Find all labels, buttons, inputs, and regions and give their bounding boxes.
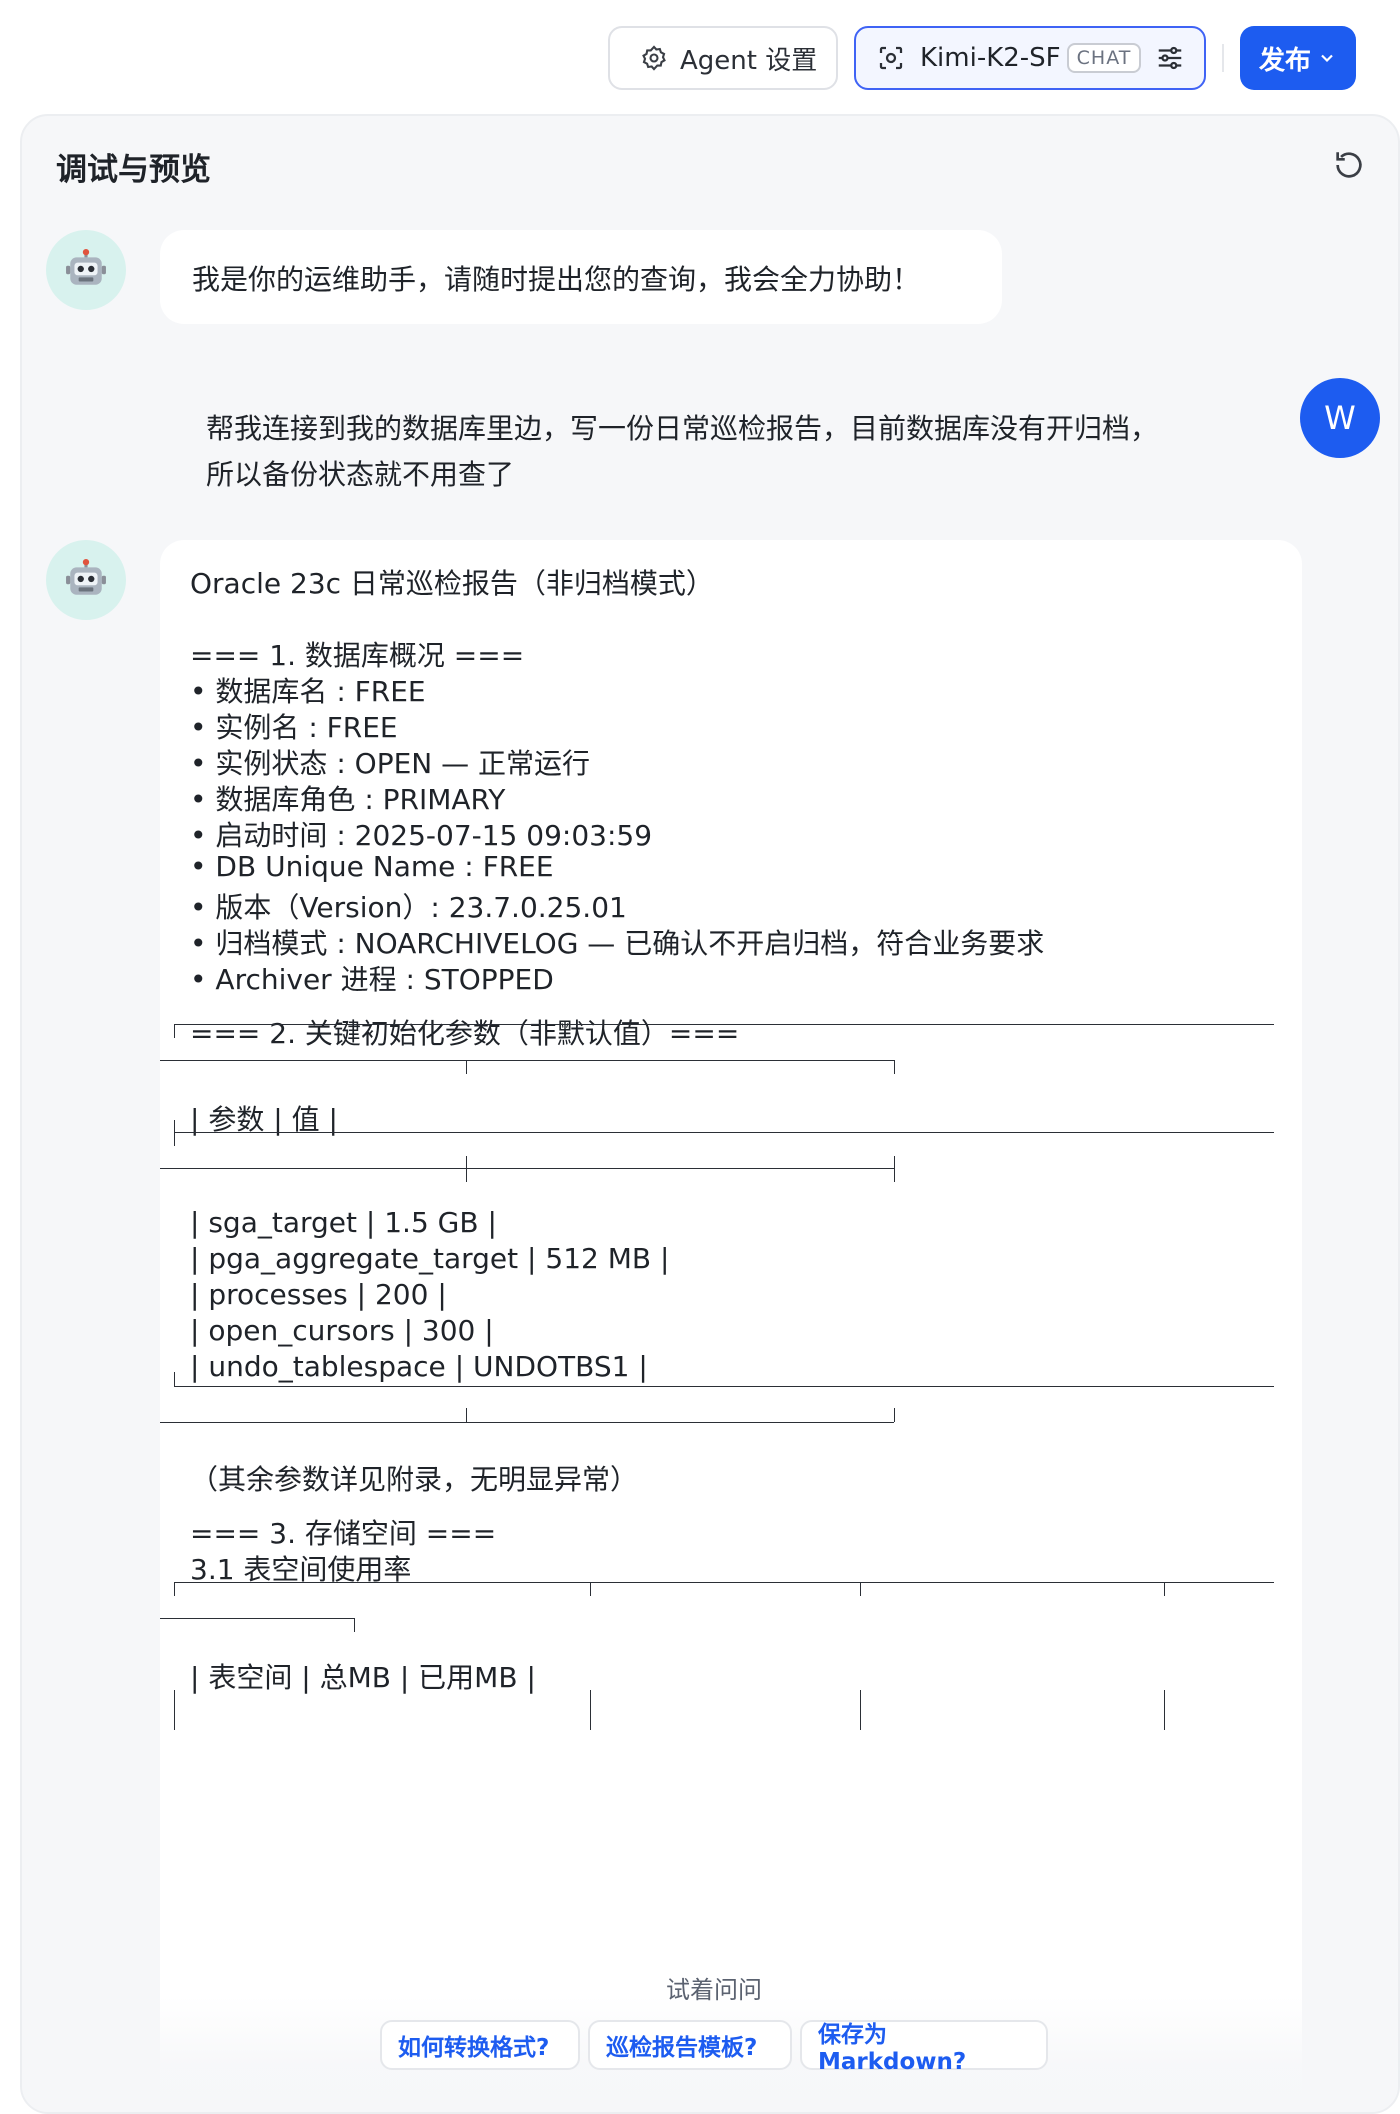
table-row: | pga_aggregate_target | 512 MB |	[190, 1242, 670, 1275]
debug-preview-panel: 调试与预览 我是你的运维助手，请随时提出您的查询，我会全力协助！ 帮我连接到我的…	[20, 114, 1400, 2114]
report-item: • 数据库名 : FREE	[190, 675, 426, 708]
table-border	[160, 1618, 354, 1619]
table-border	[174, 1120, 175, 1146]
section-header: === 1. 数据库概况 ===	[190, 639, 525, 672]
report-item: • DB Unique Name : FREE	[190, 850, 554, 883]
report-item: • 实例名 : FREE	[190, 711, 398, 744]
table-border	[1164, 1690, 1165, 1730]
model-selector-button[interactable]: Kimi-K2-SF CHAT	[854, 26, 1206, 90]
chevron-down-icon	[1321, 54, 1333, 63]
publish-button[interactable]: 发布	[1240, 26, 1356, 90]
table-row: | processes | 200 |	[190, 1278, 447, 1311]
panel-title: 调试与预览	[56, 152, 211, 188]
table-header-row: | 表空间 | 总MB | 已用MB |	[190, 1661, 536, 1694]
table-border	[590, 1690, 591, 1730]
table-border	[174, 1582, 1274, 1583]
report-item: • 实例状态 : OPEN — 正常运行	[190, 747, 591, 780]
user-avatar: W	[1300, 378, 1380, 458]
table-border	[160, 1422, 894, 1423]
table-border	[174, 1690, 175, 1730]
bot-avatar	[46, 540, 126, 620]
agent-settings-label: Agent 设置	[680, 45, 818, 76]
report-item: • 归档模式 : NOARCHIVELOG — 已确认不开启归档，符合业务要求	[190, 927, 1045, 960]
table-border	[466, 1408, 467, 1422]
table-row: | undo_tablespace | UNDOTBS1 |	[190, 1350, 648, 1383]
suggestion-chip[interactable]: 保存为Markdown?	[800, 2020, 1048, 2075]
report-title: Oracle 23c 日常巡检报告（非归档模式）	[190, 567, 714, 600]
bot-greeting-bubble: 我是你的运维助手，请随时提出您的查询，我会全力协助！	[160, 230, 1002, 324]
report-item: • 版本（Version）: 23.7.0.25.01	[190, 891, 627, 924]
table-border	[894, 1060, 895, 1074]
robot-icon	[66, 559, 106, 595]
report-item: • 启动时间 : 2025-07-15 09:03:59	[190, 819, 653, 852]
table-border	[160, 1060, 894, 1061]
toolbar-divider	[1222, 44, 1224, 72]
table-border	[466, 1156, 467, 1182]
user-message-line: 所以备份状态就不用查了	[206, 458, 515, 491]
table-border	[894, 1156, 895, 1182]
table-border	[160, 1168, 894, 1169]
table-border	[174, 1024, 175, 1038]
table-border	[354, 1618, 355, 1632]
user-message: 帮我连接到我的数据库里边，写一份日常巡检报告，目前数据库没有开归档， 所以备份状…	[206, 406, 1246, 498]
table-border	[860, 1582, 861, 1596]
table-border	[860, 1690, 861, 1730]
table-border	[894, 1408, 895, 1422]
table-border	[466, 1060, 467, 1074]
table-row: | open_cursors | 300 |	[190, 1314, 494, 1347]
table-row: | sga_target | 1.5 GB |	[190, 1206, 497, 1239]
table-border	[174, 1024, 1274, 1025]
agent-settings-button[interactable]: Agent 设置	[608, 26, 838, 90]
robot-icon	[66, 249, 106, 285]
bot-report-bubble: Oracle 23c 日常巡检报告（非归档模式） === 1. 数据库概况 ==…	[160, 540, 1302, 2112]
section-header: === 2. 关键初始化参数（非默认值）===	[190, 1017, 740, 1050]
report-note: （其余参数详见附录，无明显异常）	[190, 1463, 639, 1496]
user-message-line: 帮我连接到我的数据库里边，写一份日常巡检报告，目前数据库没有开归档，	[206, 412, 1159, 445]
refresh-icon[interactable]	[1332, 148, 1366, 182]
gear-icon	[642, 45, 666, 71]
top-bar: Agent 设置 Kimi-K2-SF CHAT 发布	[0, 0, 1400, 112]
model-name: Kimi-K2-SF	[920, 43, 1061, 73]
suggestion-chip[interactable]: 如何转换格式?	[380, 2020, 580, 2070]
table-border	[174, 1372, 175, 1386]
suggestion-chip[interactable]: 巡检报告模板?	[588, 2020, 792, 2070]
table-border	[1164, 1582, 1165, 1596]
report-item: • 数据库角色 : PRIMARY	[190, 783, 506, 816]
suggestions-label: 试着问问	[666, 1976, 762, 2004]
table-border	[174, 1132, 1274, 1133]
sliders-icon[interactable]	[1155, 43, 1185, 73]
table-border	[590, 1582, 591, 1596]
publish-label: 发布	[1258, 45, 1311, 76]
table-border	[174, 1386, 1274, 1387]
model-icon	[879, 46, 903, 70]
report-item: • Archiver 进程 : STOPPED	[190, 963, 554, 996]
section-header: === 3. 存储空间 ===	[190, 1517, 497, 1550]
table-border	[174, 1582, 175, 1596]
bot-avatar	[46, 230, 126, 310]
model-type-badge: CHAT	[1066, 43, 1142, 73]
